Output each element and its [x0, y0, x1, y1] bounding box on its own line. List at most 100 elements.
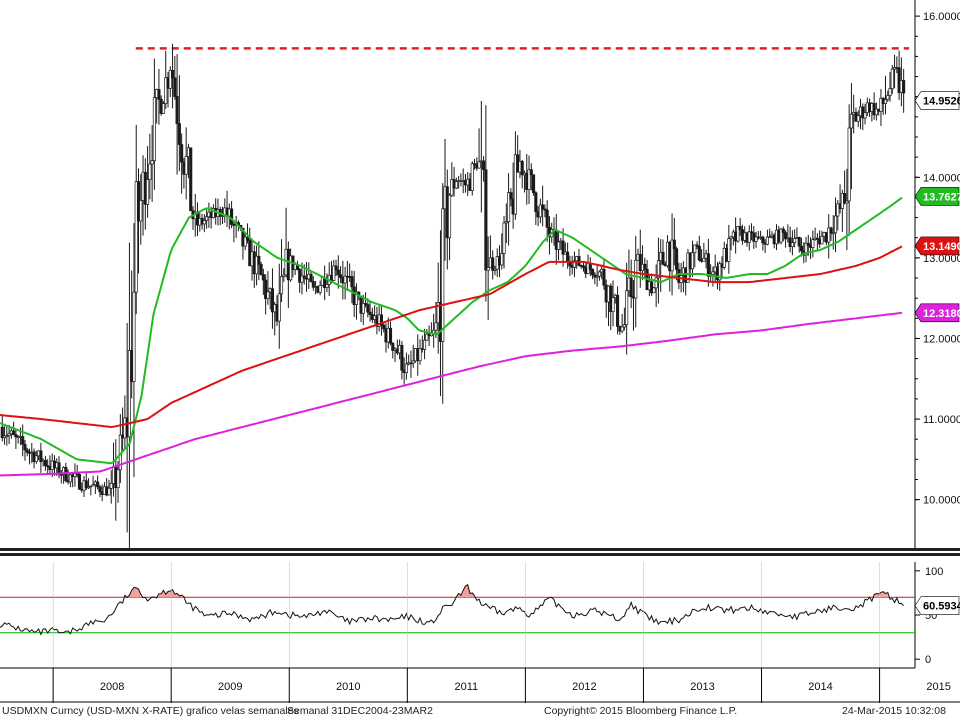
candle-body — [184, 156, 188, 175]
candle-body — [790, 242, 794, 247]
candle-body — [797, 236, 801, 247]
candle-body — [39, 450, 43, 462]
candle-body — [591, 269, 595, 276]
candle-body — [336, 269, 340, 276]
candle-body — [781, 228, 785, 233]
candle-body — [368, 311, 372, 315]
candle-body — [625, 290, 629, 326]
candle-body — [25, 449, 29, 453]
candle-body — [279, 276, 284, 295]
x-tick-label: 2010 — [336, 681, 360, 693]
candle-body — [690, 252, 695, 270]
candle-body — [388, 327, 393, 344]
candle-body — [738, 226, 742, 231]
candle-body — [34, 455, 38, 462]
candle-body — [727, 238, 731, 262]
candle-body — [672, 239, 676, 250]
candle-body — [261, 274, 265, 281]
candle-body — [230, 208, 234, 225]
candle-body — [448, 194, 452, 239]
price-tag-label: 60.5934 — [923, 601, 960, 613]
candle-body — [711, 271, 715, 275]
candle-body — [502, 222, 506, 254]
candle-body — [675, 248, 679, 270]
candle-body — [318, 285, 322, 293]
y-tick-label: 11.0000 — [923, 414, 960, 426]
candle-body — [566, 251, 570, 263]
candle-body — [382, 324, 386, 330]
x-tick-label: 2012 — [572, 681, 596, 693]
x-tick-label: 2011 — [455, 681, 479, 693]
candle-body — [847, 127, 851, 202]
rsi-y-tick-label: 100 — [925, 566, 943, 578]
candle-body — [109, 483, 113, 489]
candle-body — [747, 231, 751, 243]
candle-body — [146, 179, 150, 205]
candle-body — [616, 294, 620, 327]
candle-body — [697, 245, 701, 261]
candle-body — [366, 304, 370, 313]
price-tag-label: 13.7627 — [923, 191, 960, 203]
candle-body — [309, 273, 313, 282]
candle-body — [629, 277, 633, 298]
x-tick-label: 2014 — [808, 681, 832, 693]
candle-body — [811, 239, 815, 248]
candle-body — [441, 208, 445, 342]
candle-body — [597, 271, 601, 277]
candle-body — [602, 268, 606, 286]
candle-body — [477, 161, 481, 169]
candle-body — [423, 339, 427, 350]
candle-body — [361, 303, 365, 314]
price-tag-label: 14.9520 — [923, 96, 960, 108]
candle-body — [150, 160, 154, 165]
rsi-y-tick-label: 0 — [925, 654, 931, 666]
candle-body — [116, 469, 120, 488]
candle-body — [634, 259, 638, 299]
candle-body — [404, 363, 408, 374]
panel-separator — [0, 548, 960, 551]
y-tick-label: 14.0000 — [923, 172, 960, 184]
candle-body — [491, 257, 495, 271]
candle-body — [556, 241, 561, 250]
candle-body — [43, 460, 47, 467]
candle-body — [611, 297, 615, 313]
candle-body — [654, 277, 658, 289]
candle-body — [434, 322, 438, 331]
candle-body — [418, 348, 422, 362]
candle-body — [849, 113, 853, 129]
candle-body — [139, 200, 143, 222]
candle-body — [180, 144, 184, 163]
candle-body — [486, 267, 490, 271]
candle-body — [541, 204, 545, 210]
candle-body — [245, 236, 250, 241]
candle-body — [173, 77, 177, 97]
candle-body — [202, 220, 206, 225]
candle-body — [148, 163, 152, 180]
candle-body — [902, 80, 906, 94]
x-tick-label: 2008 — [100, 681, 124, 693]
candle-body — [132, 291, 136, 382]
last-price-tag: 14.9520 — [914, 91, 960, 110]
candle-body — [863, 112, 867, 119]
timestamp-text: 24-Mar-2015 10:32:08 — [842, 705, 946, 717]
ticker-text: USDMXN Curncy (USD-MXN X-RATE) grafico v… — [2, 705, 299, 717]
candle-body — [643, 263, 647, 270]
candle-body — [266, 291, 270, 299]
candle-body — [189, 147, 193, 212]
candle-body — [833, 215, 838, 234]
rsi-value-tag: 60.5934 — [914, 596, 960, 615]
candle-body — [177, 123, 181, 145]
candle-body — [98, 486, 102, 493]
candle-body — [545, 209, 549, 228]
candle-body — [96, 481, 100, 488]
x-tick-label: 2013 — [690, 681, 714, 693]
y-tick-label: 16.0000 — [923, 11, 960, 23]
candle-body — [23, 444, 27, 451]
candle-body — [350, 276, 354, 288]
candle-body — [400, 344, 404, 371]
copyright-text: Copyright© 2015 Bloomberg Finance L.P. — [544, 705, 738, 717]
candle-body — [702, 257, 706, 262]
price-tag-label: 13.1490 — [923, 241, 960, 253]
candle-body — [793, 238, 797, 244]
ma-value-tag: 13.7627 — [914, 187, 960, 206]
